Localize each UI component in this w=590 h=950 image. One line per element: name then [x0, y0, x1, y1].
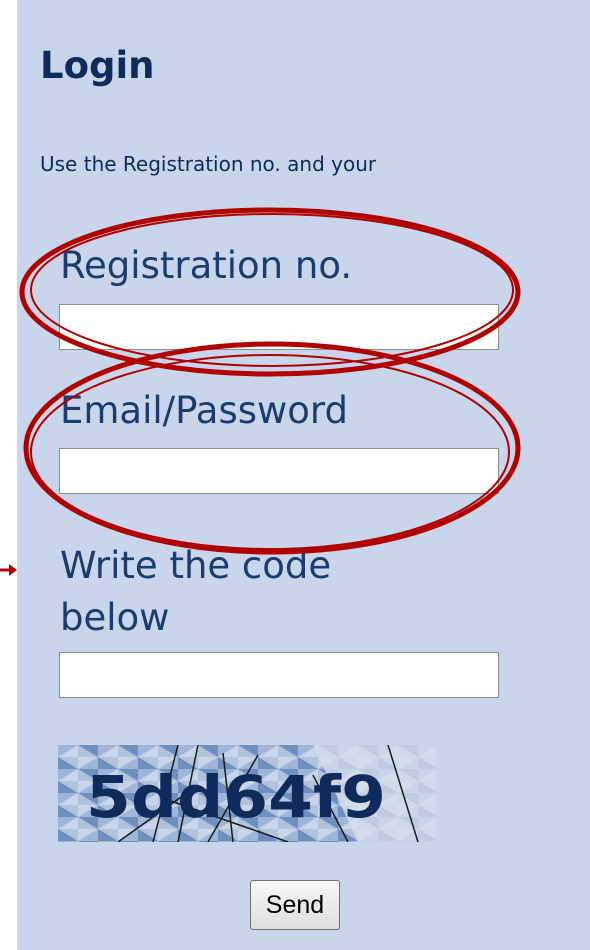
captcha-text: 5dd64f9: [86, 763, 386, 831]
registration-label: Registration no.: [60, 244, 353, 287]
registration-input[interactable]: [59, 304, 499, 350]
code-label-line-2: below: [60, 596, 170, 639]
login-instructions: Use the Registration no. and your: [40, 152, 377, 176]
code-label-line-1: Write the code: [60, 544, 332, 587]
send-button[interactable]: Send: [250, 880, 340, 930]
email-password-label: Email/Password: [60, 389, 348, 432]
captcha-code-input[interactable]: [59, 652, 499, 698]
email-password-input[interactable]: [59, 448, 499, 494]
page-title: Login: [40, 44, 155, 87]
captcha-image: 5dd64f9: [58, 745, 436, 842]
annotation-arrow: [0, 564, 17, 576]
